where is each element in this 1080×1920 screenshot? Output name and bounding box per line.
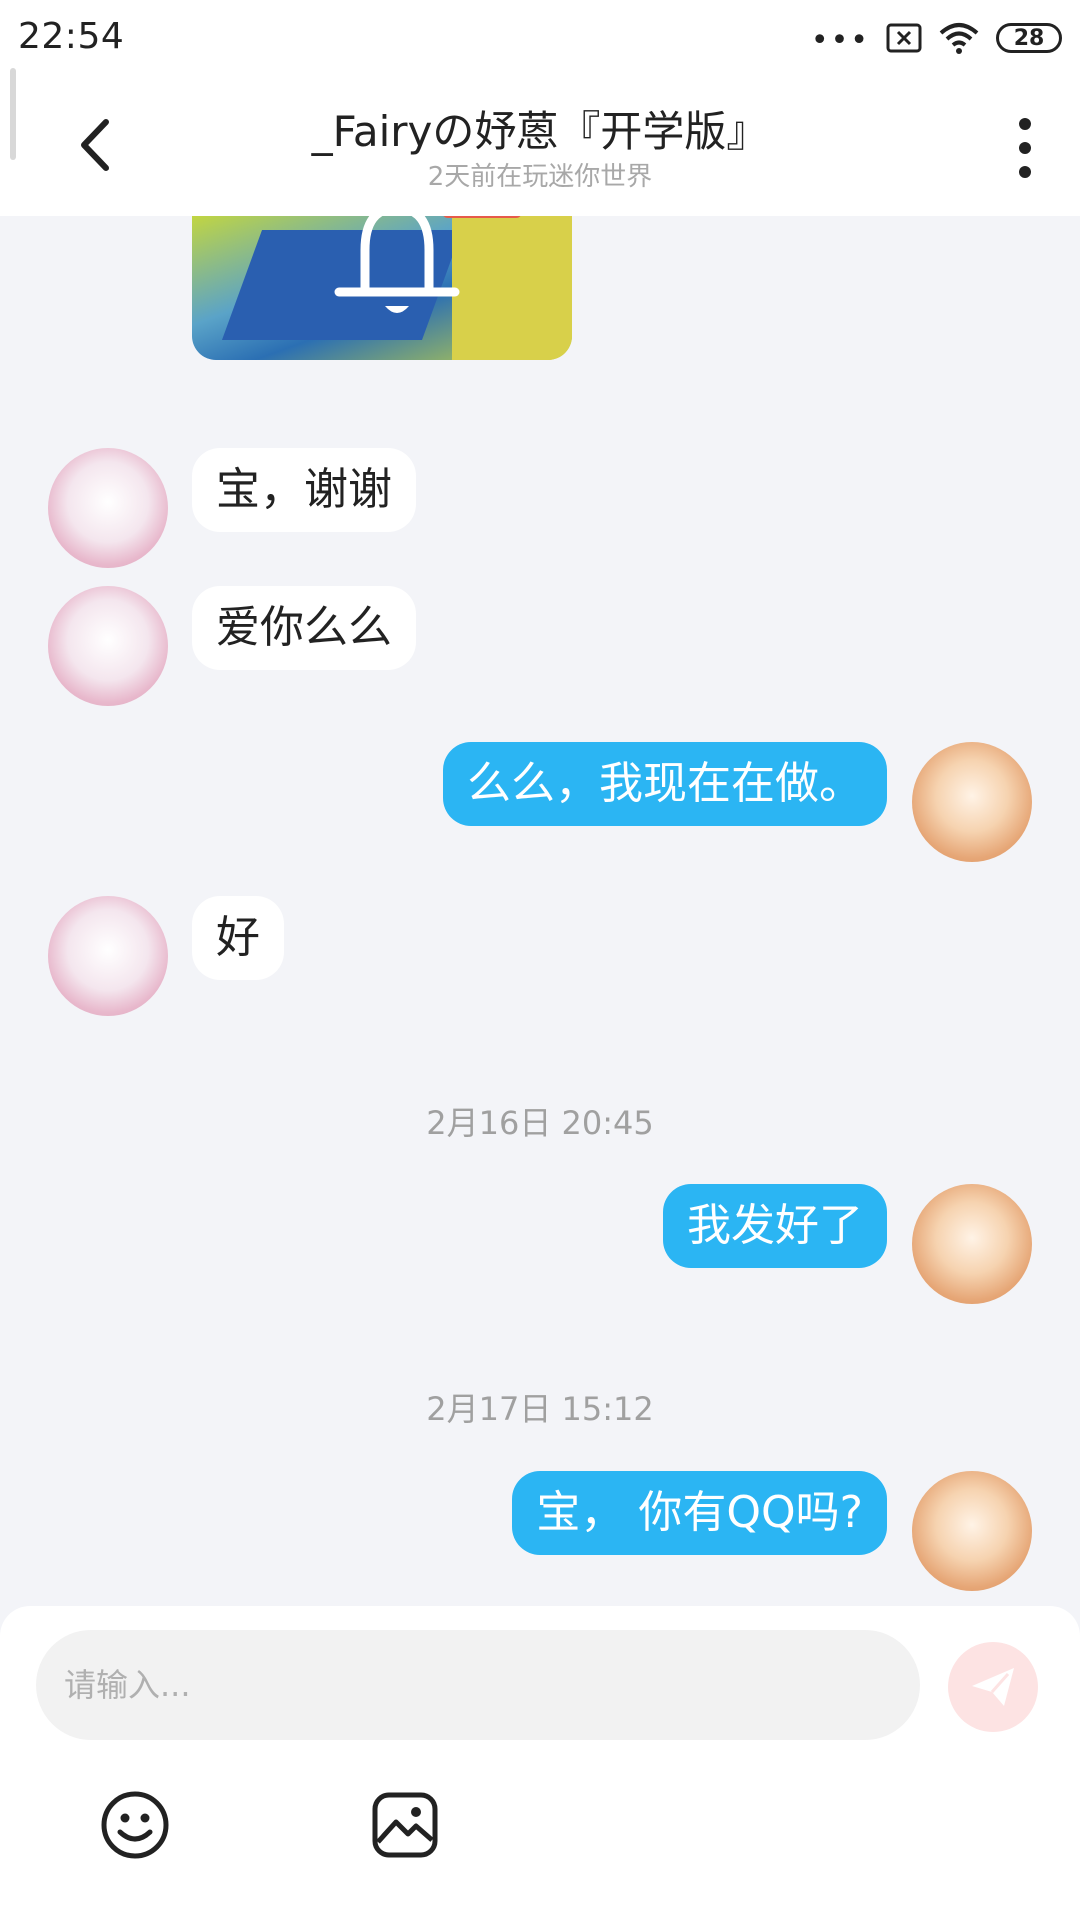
- status-bar: 22:54 ••• 28: [0, 0, 1080, 74]
- my-avatar[interactable]: [912, 742, 1032, 862]
- contact-name: _Fairyの妤蒽『开学版』: [311, 107, 769, 156]
- message-timestamp: 2月16日 20:45: [426, 1104, 654, 1142]
- message-row-outgoing: 么么，我现在在做。: [0, 742, 1080, 862]
- image-icon: [372, 1792, 438, 1858]
- more-dot-icon: [1019, 166, 1031, 178]
- message-bubble[interactable]: 么么，我现在在做。: [443, 742, 887, 826]
- contact-avatar[interactable]: [48, 896, 168, 1016]
- message-row-incoming: 好: [0, 896, 1080, 1016]
- more-notifications-icon: •••: [810, 23, 870, 58]
- back-button[interactable]: [66, 112, 126, 178]
- my-avatar[interactable]: [912, 1471, 1032, 1591]
- battery-indicator: 28: [996, 23, 1062, 53]
- send-icon: [972, 1668, 1014, 1706]
- message-bubble[interactable]: 宝， 你有QQ吗?: [512, 1471, 887, 1555]
- contact-avatar[interactable]: [48, 586, 168, 706]
- wifi-icon: [939, 23, 979, 54]
- status-time: 22:54: [18, 16, 125, 57]
- more-dot-icon: [1019, 142, 1031, 154]
- send-button[interactable]: [948, 1642, 1038, 1732]
- image-picker-button[interactable]: [370, 1790, 440, 1860]
- message-bubble[interactable]: 好: [192, 896, 284, 980]
- message-timestamp: 2月17日 15:12: [426, 1390, 654, 1428]
- emoji-icon: [101, 1791, 169, 1859]
- my-avatar[interactable]: [912, 1184, 1032, 1304]
- status-icons: ••• 28: [811, 18, 1062, 58]
- chat-header: _Fairyの妤蒽『开学版』 2天前在玩迷你世界: [0, 74, 1080, 216]
- contact-avatar[interactable]: [48, 448, 168, 568]
- more-dot-icon: [1019, 118, 1031, 130]
- message-bubble[interactable]: 我发好了: [663, 1184, 887, 1268]
- contact-status: 2天前在玩迷你世界: [427, 162, 653, 192]
- more-options-button[interactable]: [1010, 118, 1040, 178]
- image-message[interactable]: [192, 216, 572, 360]
- message-input[interactable]: [36, 1630, 920, 1740]
- message-bubble[interactable]: 爱你么么: [192, 586, 416, 670]
- message-row-incoming: 宝，谢谢: [0, 432, 1080, 568]
- chat-messages[interactable]: 宝，谢谢 爱你么么 么么，我现在在做。 好 2月16日 20:45 我发好了 2…: [0, 216, 1080, 1606]
- no-sim-icon: [886, 23, 922, 53]
- emoji-button[interactable]: [100, 1790, 170, 1860]
- compose-bar: [0, 1606, 1080, 1920]
- message-row-outgoing: 宝， 你有QQ吗?: [0, 1471, 1080, 1591]
- edge-handle: [10, 68, 16, 160]
- bell-icon: [334, 216, 460, 313]
- message-row-outgoing: 我发好了: [0, 1184, 1080, 1304]
- back-arrow-icon: [81, 119, 109, 171]
- message-row-incoming: 爱你么么: [0, 586, 1080, 706]
- message-bubble[interactable]: 宝，谢谢: [192, 448, 416, 532]
